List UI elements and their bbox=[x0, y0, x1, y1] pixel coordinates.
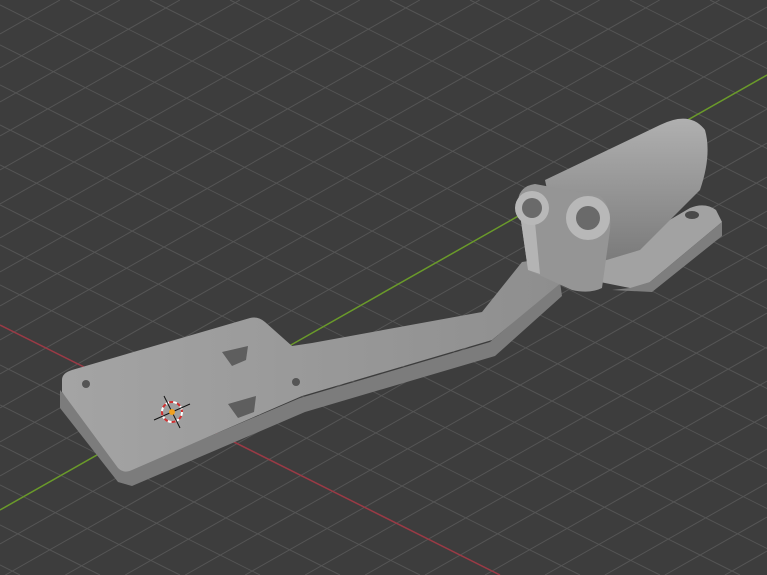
viewport-canvas[interactable] bbox=[0, 0, 767, 575]
grid-line bbox=[724, 550, 767, 575]
grid-line bbox=[544, 448, 767, 575]
threaded-hole-left-inner bbox=[522, 198, 542, 218]
grid-line bbox=[664, 516, 767, 575]
grid-line bbox=[469, 0, 767, 149]
grid-line bbox=[364, 346, 767, 575]
mount-hole-1 bbox=[82, 380, 90, 388]
3d-viewport[interactable] bbox=[0, 0, 767, 575]
grid-line bbox=[0, 0, 241, 137]
grid-line bbox=[0, 564, 21, 575]
grid-line bbox=[0, 0, 121, 69]
grid-line bbox=[629, 0, 767, 69]
grid-line bbox=[0, 0, 361, 205]
model-bracket[interactable] bbox=[60, 118, 722, 486]
grid-line bbox=[484, 414, 767, 575]
mount-hole-2 bbox=[292, 378, 300, 386]
plate-top bbox=[62, 258, 562, 472]
grid-line bbox=[0, 0, 61, 35]
grid-line bbox=[549, 0, 767, 109]
grid-line bbox=[0, 0, 181, 103]
grid-line bbox=[0, 0, 421, 239]
grid-line bbox=[0, 524, 101, 575]
threaded-hole-right-inner bbox=[576, 206, 600, 230]
grid-line bbox=[709, 0, 767, 29]
grid-line bbox=[389, 0, 767, 189]
flange-hole bbox=[685, 211, 699, 219]
grid-line bbox=[0, 0, 301, 171]
